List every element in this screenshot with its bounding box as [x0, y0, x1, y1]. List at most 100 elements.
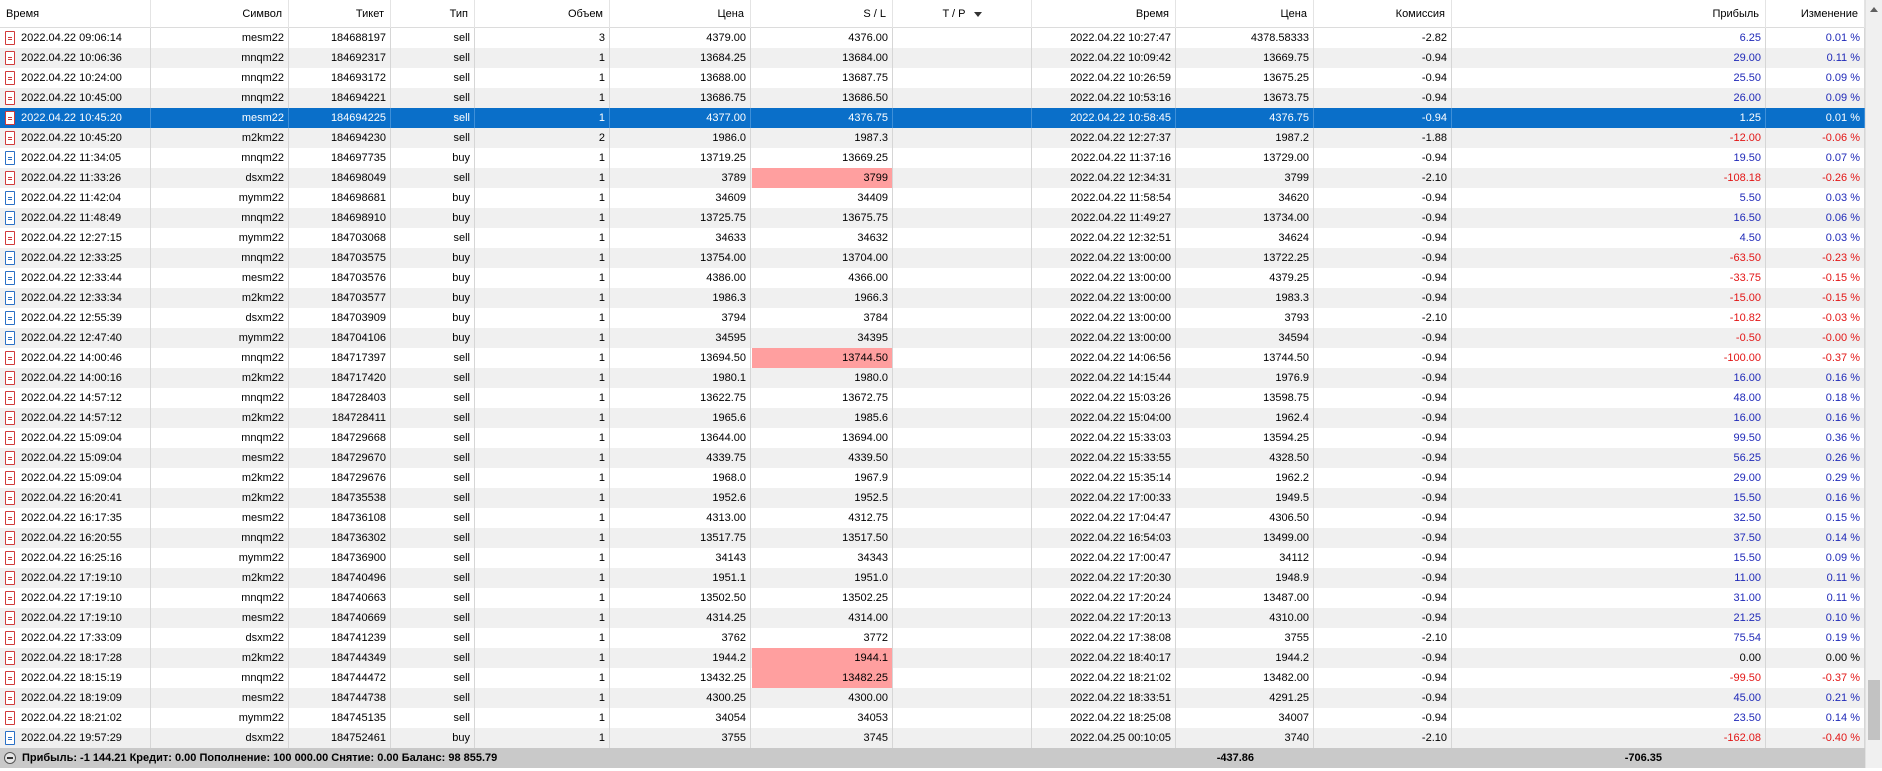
- cell-profit: 0.00: [1452, 648, 1766, 668]
- column-header-volume[interactable]: Объем: [475, 0, 610, 28]
- table-row[interactable]: 2022.04.22 17:19:10 m2km22 184740496 sell 1 1…: [0, 568, 1865, 588]
- table-row[interactable]: 2022.04.22 16:17:35 mesm22 184736108 sell 1 4…: [0, 508, 1865, 528]
- cell-time-close: 2022.04.22 18:21:02: [1032, 668, 1176, 688]
- cell-volume: 1: [475, 48, 610, 68]
- table-row[interactable]: 2022.04.22 17:19:10 mnqm22 184740663 sell 1 1…: [0, 588, 1865, 608]
- cell-type: buy: [391, 268, 475, 288]
- column-header-type[interactable]: Тип: [391, 0, 475, 28]
- table-row[interactable]: 2022.04.22 12:33:44 mesm22 184703576 buy 1 43…: [0, 268, 1865, 288]
- cell-volume: 1: [475, 588, 610, 608]
- collapse-icon[interactable]: [4, 752, 16, 764]
- cell-text: 2022.04.22 15:09:04: [21, 432, 122, 444]
- table-row[interactable]: 2022.04.22 15:09:04 m2km22 184729676 sell 1 1…: [0, 468, 1865, 488]
- table-row[interactable]: 2022.04.22 10:24:00 mnqm22 184693172 sell 1 1…: [0, 68, 1865, 88]
- cell-text: 2022.04.22 10:45:20: [21, 132, 122, 144]
- table-row[interactable]: 2022.04.22 11:42:04 mymm22 184698681 buy 1 34…: [0, 188, 1865, 208]
- column-header-sl[interactable]: S / L: [752, 0, 893, 28]
- cell-time-close: 2022.04.22 12:32:51: [1032, 228, 1176, 248]
- cell-text: 2022.04.22 16:25:16: [21, 552, 122, 564]
- cell-profit: 29.00: [1452, 48, 1766, 68]
- cell-type: sell: [391, 668, 475, 688]
- cell-text: 2022.04.22 11:34:05: [21, 152, 122, 164]
- cell-type: sell: [391, 388, 475, 408]
- table-row[interactable]: 2022.04.22 12:27:15 mymm22 184703068 sell 1 3…: [0, 228, 1865, 248]
- table-row-selected[interactable]: 2022.04.22 10:45:20 mesm22 184694225 sell 1 4…: [0, 108, 1865, 128]
- table-row[interactable]: 2022.04.22 11:34:05 mnqm22 184697735 buy 1 13…: [0, 148, 1865, 168]
- cell-price-close: 1944.2: [1176, 648, 1314, 668]
- cell-profit: -108.18: [1452, 168, 1766, 188]
- cell-volume: 1: [475, 108, 610, 128]
- cell-time-open: 2022.04.22 11:42:04: [0, 188, 151, 208]
- table-row[interactable]: 2022.04.22 16:20:41 m2km22 184735538 sell 1 1…: [0, 488, 1865, 508]
- cell-ticket: 184693172: [288, 68, 391, 88]
- cell-time-close: 2022.04.22 14:06:56: [1032, 348, 1176, 368]
- column-header-price-open[interactable]: Цена: [610, 0, 751, 28]
- column-header-profit[interactable]: Прибыль: [1452, 0, 1766, 28]
- cell-type: sell: [391, 688, 475, 708]
- scroll-up-icon[interactable]: [1870, 7, 1878, 12]
- table-row[interactable]: 2022.04.22 14:57:12 mnqm22 184728403 sell 1 1…: [0, 388, 1865, 408]
- table-row[interactable]: 2022.04.22 15:09:04 mesm22 184729670 sell 1 4…: [0, 448, 1865, 468]
- table-row[interactable]: 2022.04.22 18:19:09 mesm22 184744738 sell 1 4…: [0, 688, 1865, 708]
- table-row[interactable]: 2022.04.22 18:21:02 mymm22 184745135 sell 1 3…: [0, 708, 1865, 728]
- table-row[interactable]: 2022.04.22 18:15:19 mnqm22 184744472 sell 1 1…: [0, 668, 1865, 688]
- table-row[interactable]: 2022.04.22 12:33:34 m2km22 184703577 buy 1 19…: [0, 288, 1865, 308]
- cell-tp: [893, 648, 1032, 668]
- column-header-time-close[interactable]: Время: [1032, 0, 1176, 28]
- cell-type: buy: [391, 188, 475, 208]
- table-row[interactable]: 2022.04.22 15:09:04 mnqm22 184729668 sell 1 1…: [0, 428, 1865, 448]
- table-row[interactable]: 2022.04.22 12:55:39 dsxm22 184703909 buy 1 37…: [0, 308, 1865, 328]
- table-row[interactable]: 2022.04.22 16:20:55 mnqm22 184736302 sell 1 1…: [0, 528, 1865, 548]
- buy-order-icon: [5, 271, 15, 285]
- column-header-ticket[interactable]: Тикет: [288, 0, 391, 28]
- table-row[interactable]: 2022.04.22 17:33:09 dsxm22 184741239 sell 1 3…: [0, 628, 1865, 648]
- column-header-commission[interactable]: Комиссия: [1313, 0, 1452, 28]
- table-row[interactable]: 2022.04.22 11:33:26 dsxm22 184698049 sell 1 3…: [0, 168, 1865, 188]
- table-row[interactable]: 2022.04.22 14:57:12 m2km22 184728411 sell 1 1…: [0, 408, 1865, 428]
- scroll-thumb[interactable]: [1868, 680, 1880, 740]
- cell-type: buy: [391, 148, 475, 168]
- cell-symbol: mnqm22: [151, 428, 289, 448]
- cell-tp: [893, 348, 1032, 368]
- table-row[interactable]: 2022.04.22 14:00:16 m2km22 184717420 sell 1 1…: [0, 368, 1865, 388]
- sell-order-icon: [5, 711, 15, 725]
- cell-volume: 1: [475, 728, 610, 748]
- table-row[interactable]: 2022.04.22 14:00:46 mnqm22 184717397 sell 1 1…: [0, 348, 1865, 368]
- table-row[interactable]: 2022.04.22 12:33:25 mnqm22 184703575 buy 1 13…: [0, 248, 1865, 268]
- table-row[interactable]: 2022.04.22 10:45:20 m2km22 184694230 sell 2 1…: [0, 128, 1865, 148]
- table-row[interactable]: 2022.04.22 18:17:28 m2km22 184744349 sell 1 1…: [0, 648, 1865, 668]
- table-row[interactable]: 2022.04.22 09:06:14 mesm22 184688197 sell 3 4…: [0, 28, 1865, 48]
- cell-symbol: mnqm22: [151, 348, 289, 368]
- sell-order-icon: [5, 31, 15, 45]
- table-row[interactable]: 2022.04.22 10:45:00 mnqm22 184694221 sell 1 1…: [0, 88, 1865, 108]
- table-row[interactable]: 2022.04.22 12:47:40 mymm22 184704106 buy 1 34…: [0, 328, 1865, 348]
- cell-price-close: 4376.75: [1176, 108, 1314, 128]
- profit-total: -706.35: [1624, 752, 1662, 764]
- cell-text: 2022.04.22 12:55:39: [21, 312, 122, 324]
- cell-type: sell: [391, 368, 475, 388]
- cell-symbol: m2km22: [151, 128, 289, 148]
- vertical-scrollbar[interactable]: [1865, 0, 1882, 768]
- cell-tp: [893, 188, 1032, 208]
- cell-price-close: 1962.2: [1176, 468, 1314, 488]
- cell-symbol: mesm22: [151, 448, 289, 468]
- column-header-symbol[interactable]: Символ: [151, 0, 289, 28]
- cell-ticket: 184736900: [288, 548, 391, 568]
- column-header-time-open[interactable]: Время: [0, 0, 151, 28]
- cell-sl: 1944.1: [752, 648, 893, 668]
- cell-ticket: 184698910: [288, 208, 391, 228]
- cell-symbol: mymm22: [151, 228, 289, 248]
- column-header-tp[interactable]: T / P: [893, 0, 1032, 28]
- table-body[interactable]: 2022.04.22 09:06:14 mesm22 184688197 sell 3 4…: [0, 28, 1865, 748]
- column-header-change[interactable]: Изменение: [1766, 0, 1865, 28]
- cell-profit: 5.50: [1452, 188, 1766, 208]
- table-row[interactable]: 2022.04.22 10:06:36 mnqm22 184692317 sell 1 1…: [0, 48, 1865, 68]
- table-row[interactable]: 2022.04.22 11:48:49 mnqm22 184698910 buy 1 13…: [0, 208, 1865, 228]
- table-row[interactable]: 2022.04.22 19:57:29 dsxm22 184752461 buy 1 37…: [0, 728, 1865, 748]
- cell-volume: 1: [475, 348, 610, 368]
- column-header-price-close[interactable]: Цена: [1176, 0, 1314, 28]
- table-row[interactable]: 2022.04.22 16:25:16 mymm22 184736900 sell 1 3…: [0, 548, 1865, 568]
- cell-profit: 23.50: [1452, 708, 1766, 728]
- cell-sl: 13502.25: [752, 588, 893, 608]
- table-row[interactable]: 2022.04.22 17:19:10 mesm22 184740669 sell 1 4…: [0, 608, 1865, 628]
